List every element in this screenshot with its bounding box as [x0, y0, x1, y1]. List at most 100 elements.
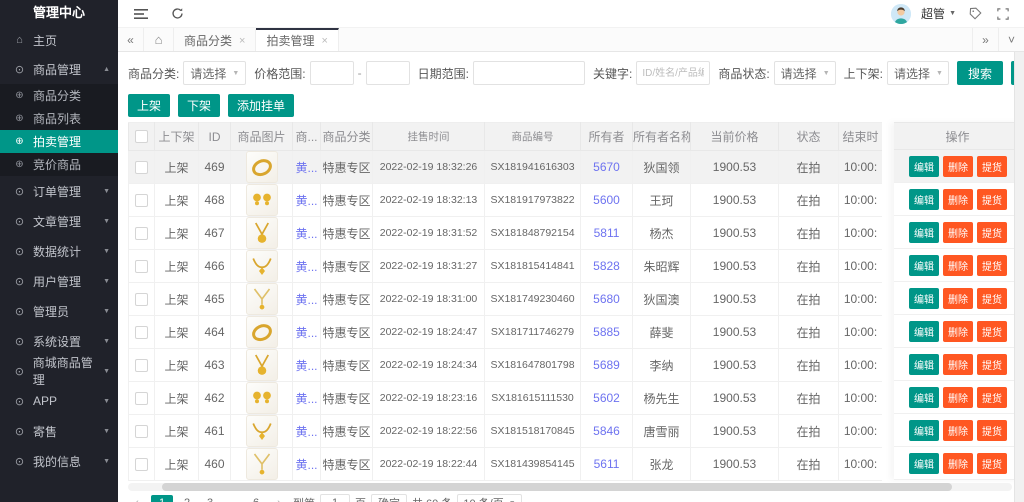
sidebar-item-bidding[interactable]: ⊕竞价商品: [0, 153, 118, 176]
home-tab[interactable]: ⌂: [144, 28, 174, 51]
sidebar-item-settings[interactable]: ⊙系统设置▼: [0, 326, 118, 356]
owner-id-link[interactable]: 5811: [594, 226, 620, 240]
product-name-link[interactable]: 黄...: [295, 458, 317, 472]
tabs-scroll-left-icon[interactable]: «: [118, 28, 144, 51]
sidebar-item-goods-list[interactable]: ⊕商品列表: [0, 107, 118, 130]
pickup-button[interactable]: 提货: [977, 387, 1007, 408]
product-name-link[interactable]: 黄...: [295, 161, 317, 175]
row-checkbox[interactable]: [135, 359, 148, 372]
delete-button[interactable]: 删除: [943, 354, 973, 375]
prev-page-icon[interactable]: ‹: [128, 495, 146, 502]
avatar[interactable]: [891, 4, 911, 24]
pickup-button[interactable]: 提货: [977, 288, 1007, 309]
vertical-scrollbar-gutter[interactable]: [1014, 52, 1024, 502]
add-listing-button[interactable]: 添加挂单: [228, 94, 294, 117]
row-checkbox[interactable]: [135, 194, 148, 207]
sidebar-item-auction[interactable]: ⊕拍卖管理: [0, 130, 118, 153]
delete-button[interactable]: 删除: [943, 255, 973, 276]
product-name-link[interactable]: 黄...: [295, 260, 317, 274]
keyword-input[interactable]: [636, 61, 710, 85]
row-checkbox[interactable]: [135, 161, 148, 174]
tabs-menu-caret-icon[interactable]: ˅: [998, 28, 1024, 51]
sidebar-item-my-info[interactable]: ⊙我的信息▼: [0, 446, 118, 476]
sidebar-item-stats[interactable]: ⊙数据统计▼: [0, 236, 118, 266]
product-name-link[interactable]: 黄...: [295, 425, 317, 439]
sidebar-item-goods[interactable]: ⊙商品管理▲: [0, 54, 118, 84]
sidebar-item-articles[interactable]: ⊙文章管理▼: [0, 206, 118, 236]
delete-button[interactable]: 删除: [943, 387, 973, 408]
pickup-button[interactable]: 提货: [977, 453, 1007, 474]
sidebar-item-home[interactable]: ⌂主页: [0, 26, 118, 54]
owner-id-link[interactable]: 5885: [593, 325, 620, 339]
shelf-on-button[interactable]: 上架: [128, 94, 170, 117]
sidebar-item-goods-category[interactable]: ⊕商品分类: [0, 84, 118, 107]
owner-id-link[interactable]: 5689: [593, 358, 620, 372]
pickup-button[interactable]: 提货: [977, 255, 1007, 276]
page-6[interactable]: 6: [247, 495, 265, 502]
status-select[interactable]: 请选择 ▼: [774, 61, 836, 85]
pickup-button[interactable]: 提货: [977, 222, 1007, 243]
row-checkbox[interactable]: [135, 227, 148, 240]
delete-button[interactable]: 删除: [943, 288, 973, 309]
page-3[interactable]: 3: [201, 495, 219, 502]
edit-button[interactable]: 编辑: [909, 288, 939, 309]
pickup-button[interactable]: 提货: [977, 420, 1007, 441]
sidebar-item-app[interactable]: ⊙APP▼: [0, 386, 118, 416]
owner-id-link[interactable]: 5846: [593, 424, 620, 438]
pickup-button[interactable]: 提货: [977, 321, 1007, 342]
product-name-link[interactable]: 黄...: [295, 227, 317, 241]
select-all-checkbox[interactable]: [135, 130, 148, 143]
page-1[interactable]: 1: [151, 495, 173, 502]
edit-button[interactable]: 编辑: [909, 255, 939, 276]
price-min-input[interactable]: [310, 61, 354, 85]
owner-id-link[interactable]: 5611: [594, 457, 620, 471]
row-checkbox[interactable]: [135, 458, 148, 471]
edit-button[interactable]: 编辑: [909, 420, 939, 441]
pickup-button[interactable]: 提货: [977, 156, 1007, 177]
search-button[interactable]: 搜索: [957, 61, 1003, 85]
product-name-link[interactable]: 黄...: [295, 293, 317, 307]
user-menu[interactable]: 超管 ▼: [921, 5, 956, 22]
owner-id-link[interactable]: 5680: [593, 292, 620, 306]
edit-button[interactable]: 编辑: [909, 354, 939, 375]
price-max-input[interactable]: [366, 61, 410, 85]
edit-button[interactable]: 编辑: [909, 387, 939, 408]
edit-button[interactable]: 编辑: [909, 321, 939, 342]
tab-1[interactable]: 商品分类×: [174, 28, 256, 51]
delete-button[interactable]: 删除: [943, 453, 973, 474]
tabs-scroll-right-icon[interactable]: »: [972, 28, 998, 51]
product-name-link[interactable]: 黄...: [295, 359, 317, 373]
pickup-button[interactable]: 提货: [977, 354, 1007, 375]
product-name-link[interactable]: 黄...: [295, 392, 317, 406]
next-page-icon[interactable]: ›: [270, 495, 288, 502]
shelf-select[interactable]: 请选择 ▼: [887, 61, 949, 85]
delete-button[interactable]: 删除: [943, 222, 973, 243]
fullscreen-icon[interactable]: [994, 5, 1012, 23]
shelf-off-button[interactable]: 下架: [178, 94, 220, 117]
delete-button[interactable]: 删除: [943, 321, 973, 342]
delete-button[interactable]: 删除: [943, 420, 973, 441]
edit-button[interactable]: 编辑: [909, 156, 939, 177]
row-checkbox[interactable]: [135, 293, 148, 306]
confirm-button[interactable]: 确定: [371, 494, 407, 502]
owner-id-link[interactable]: 5670: [593, 160, 620, 174]
horizontal-scrollbar-thumb[interactable]: [162, 483, 952, 491]
row-checkbox[interactable]: [135, 392, 148, 405]
menu-toggle-icon[interactable]: [132, 5, 150, 23]
close-icon[interactable]: ×: [321, 35, 327, 47]
delete-button[interactable]: 删除: [943, 156, 973, 177]
page-size-select[interactable]: 10 条/页 ▼: [457, 494, 521, 502]
edit-button[interactable]: 编辑: [909, 189, 939, 210]
sidebar-item-mall-goods[interactable]: ⊙商城商品管理▼: [0, 356, 118, 386]
row-checkbox[interactable]: [135, 260, 148, 273]
row-checkbox[interactable]: [135, 326, 148, 339]
edit-button[interactable]: 编辑: [909, 453, 939, 474]
page-2[interactable]: 2: [178, 495, 196, 502]
close-icon[interactable]: ×: [239, 35, 245, 47]
jump-page-input[interactable]: [320, 494, 350, 502]
edit-button[interactable]: 编辑: [909, 222, 939, 243]
sidebar-item-orders[interactable]: ⊙订单管理▼: [0, 176, 118, 206]
owner-id-link[interactable]: 5602: [593, 391, 620, 405]
sidebar-item-consign[interactable]: ⊙寄售▼: [0, 416, 118, 446]
category-select[interactable]: 请选择 ▼: [183, 61, 246, 85]
